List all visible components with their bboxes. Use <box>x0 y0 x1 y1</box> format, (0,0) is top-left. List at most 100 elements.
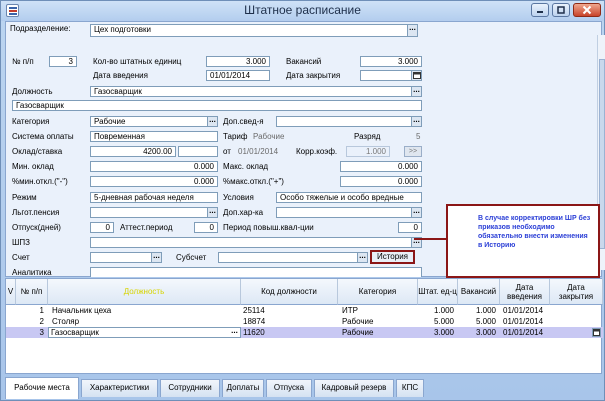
min-dev-label: %мин.откл.("-") <box>12 177 68 186</box>
tab-kps[interactable]: КПС <box>396 379 424 397</box>
lookup-dots-icon[interactable]: ... <box>151 253 161 262</box>
calendar-icon[interactable] <box>592 328 601 337</box>
grade-label: Разряд <box>354 132 381 141</box>
pay-system-field[interactable]: Повременная <box>90 131 218 142</box>
table-row-selected[interactable]: 3 Газосварщик ... 11620 Рабочие 3.000 3.… <box>6 327 603 338</box>
shpz-label: ШПЗ <box>12 238 30 247</box>
conditions-field[interactable]: Особо тяжелые и особо вредные <box>276 192 422 203</box>
subaccount-field[interactable]: ... <box>218 252 368 263</box>
row-vacancies: 1.000 <box>475 306 496 315</box>
corr-coef-expand-button[interactable]: >> <box>404 146 422 157</box>
intro-date-label: Дата введения <box>93 71 148 80</box>
pay-system-label: Система оплаты <box>12 132 74 141</box>
col-header-intro-date[interactable]: Дата введения <box>500 279 550 305</box>
vacation-label: Отпуск(дней) <box>12 223 61 232</box>
grade-value: 5 <box>416 132 421 141</box>
min-salary-field[interactable]: 0.000 <box>90 161 218 172</box>
salary-extra-field[interactable] <box>178 146 218 157</box>
row-category: Рабочие <box>342 328 374 337</box>
pension-field[interactable]: ... <box>90 207 218 218</box>
history-button[interactable]: История <box>370 250 415 264</box>
shpz-field[interactable]: ... <box>90 237 422 248</box>
lookup-dots-icon[interactable]: ... <box>207 208 217 217</box>
staff-units-label: Кол-во штатных единиц <box>93 57 182 66</box>
max-dev-field[interactable]: 0.000 <box>340 176 422 187</box>
row-num: 2 <box>39 317 44 326</box>
restore-icon <box>557 6 565 14</box>
row-units: 1.000 <box>433 306 454 315</box>
lookup-dots-icon[interactable]: ... <box>207 117 217 126</box>
lookup-dots-icon[interactable]: ... <box>230 327 239 337</box>
close-date-label: Дата закрытия <box>286 71 341 80</box>
window-title: Штатное расписание <box>244 3 361 17</box>
position-field[interactable]: Газосварщик... <box>90 86 422 97</box>
salary-field[interactable]: 4200.00 <box>90 146 176 157</box>
account-field[interactable]: ... <box>90 252 162 263</box>
row-code: 18874 <box>243 317 266 326</box>
qual-period-field[interactable]: 0 <box>398 222 422 233</box>
max-salary-field[interactable]: 0.000 <box>340 161 422 172</box>
table-row[interactable]: 1 Начальник цеха 25114 ИТР 1.000 1.000 0… <box>6 305 603 316</box>
maximize-button[interactable] <box>552 3 570 17</box>
corr-coef-field: 1.000 <box>346 146 390 157</box>
row-code: 25114 <box>243 306 265 315</box>
row-code: 11620 <box>243 328 265 337</box>
vacation-field[interactable]: 0 <box>90 222 114 233</box>
extra-char-field[interactable]: ... <box>276 207 422 218</box>
extra-info-label: Доп.свед-я <box>223 117 264 126</box>
position-fullname-field[interactable]: Газосварщик <box>12 100 422 111</box>
analytics-field[interactable] <box>90 267 422 277</box>
minimize-icon <box>537 11 543 13</box>
col-header-position[interactable]: Должность <box>48 279 241 305</box>
lookup-dots-icon[interactable]: ... <box>411 208 421 217</box>
lookup-dots-icon[interactable]: ... <box>411 117 421 126</box>
tariff-value: Рабочие <box>253 132 285 141</box>
history-callout: В случае корректировки ШР без приказов н… <box>446 204 600 278</box>
col-header-vacancies[interactable]: Вакансий <box>458 279 500 305</box>
minimize-button[interactable] <box>531 3 549 17</box>
col-header-units[interactable]: Штат. ед-ц <box>418 279 458 305</box>
row-num: 3 <box>39 328 44 337</box>
conditions-label: Условия <box>223 193 254 202</box>
col-header-num[interactable]: № п/п <box>16 279 48 305</box>
min-dev-field[interactable]: 0.000 <box>90 176 218 187</box>
col-header-code[interactable]: Код должности <box>241 279 338 305</box>
calendar-icon[interactable] <box>411 71 421 80</box>
vacancies-field[interactable]: 3.000 <box>360 56 422 67</box>
tab-allowances[interactable]: Доплаты <box>222 379 264 397</box>
lookup-dots-icon[interactable]: ... <box>357 253 367 262</box>
tariff-label: Тариф <box>223 132 248 141</box>
close-icon <box>582 5 592 15</box>
min-salary-label: Мин. оклад <box>12 162 54 171</box>
row-position-editor[interactable]: Газосварщик <box>48 327 241 338</box>
extra-info-field[interactable]: ... <box>276 116 422 127</box>
lookup-dots-icon[interactable]: ... <box>407 25 417 36</box>
row-units: 3.000 <box>433 328 454 337</box>
staff-units-field[interactable]: 3.000 <box>206 56 270 67</box>
tab-personnel-reserve[interactable]: Кадровый резерв <box>314 379 394 397</box>
row-close-date <box>552 327 592 338</box>
max-salary-label: Макс. оклад <box>223 162 269 171</box>
subdivision-field[interactable]: Цех подготовки... <box>90 24 418 37</box>
col-header-close-date[interactable]: Дата закрытия <box>550 279 603 305</box>
tab-employees[interactable]: Сотрудники <box>160 379 220 397</box>
intro-date-field[interactable]: 01/01/2014 <box>206 70 270 81</box>
close-button[interactable] <box>573 3 601 17</box>
num-label: № п/п <box>12 57 34 66</box>
tab-vacations[interactable]: Отпуска <box>266 379 312 397</box>
positions-table: V № п/п Должность Код должности Категори… <box>5 278 603 374</box>
tab-characteristics[interactable]: Характеристики <box>81 379 158 397</box>
regime-field[interactable]: 5-дневная рабочая неделя <box>90 192 218 203</box>
staffing-window: Штатное расписание Подразделение: Цех по… <box>0 0 605 401</box>
category-field[interactable]: Рабочие... <box>90 116 218 127</box>
lookup-dots-icon[interactable]: ... <box>411 87 421 96</box>
num-field[interactable]: 3 <box>49 56 77 67</box>
tab-workplaces[interactable]: Рабочие места <box>5 377 79 399</box>
col-header-v[interactable]: V <box>6 279 16 305</box>
attest-field[interactable]: 0 <box>194 222 218 233</box>
close-date-field[interactable] <box>360 70 422 81</box>
row-category: Рабочие <box>342 317 374 326</box>
col-header-category[interactable]: Категория <box>338 279 418 305</box>
table-row[interactable]: 2 Столяр 18874 Рабочие 5.000 5.000 01/01… <box>6 316 603 327</box>
qual-period-label: Период повыш.квал-ции <box>223 223 314 232</box>
